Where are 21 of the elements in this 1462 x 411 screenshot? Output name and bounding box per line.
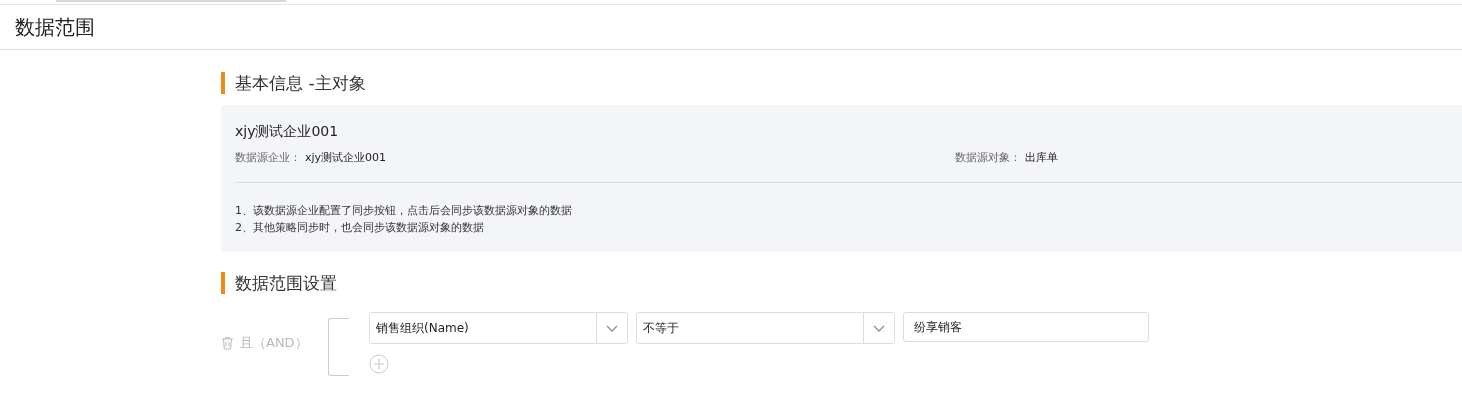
section-title: 基本信息 -主对象 (235, 71, 366, 95)
trash-icon[interactable] (221, 336, 234, 350)
note-text: 2、其他策略同步时，也会同步该数据源对象的数据 (235, 220, 485, 236)
field-label: 数据源企业： (235, 150, 301, 165)
group-bracket (328, 318, 349, 376)
chevron-down-icon (873, 324, 885, 332)
value-input[interactable]: 纷享销客 (903, 312, 1149, 342)
field-value: 出库单 (1025, 150, 1058, 165)
enterprise-name: xjy测试企业001 (235, 123, 340, 141)
field-select[interactable]: 销售组织(Name) (369, 312, 628, 344)
section-marker (221, 72, 225, 94)
note-text: 1、该数据源企业配置了同步按钮，点击后会同步该数据源对象的数据 (235, 203, 573, 219)
add-icon[interactable] (369, 354, 389, 374)
chevron-down-icon (606, 324, 618, 332)
group-label: 且（AND） (240, 334, 308, 352)
field-label: 数据源对象： (955, 150, 1021, 165)
page-title: 数据范围 (15, 13, 95, 41)
section-title: 数据范围设置 (235, 271, 337, 295)
section-marker (221, 272, 225, 294)
operator-select[interactable]: 不等于 (636, 312, 895, 344)
field-value: xjy测试企业001 (305, 150, 387, 165)
